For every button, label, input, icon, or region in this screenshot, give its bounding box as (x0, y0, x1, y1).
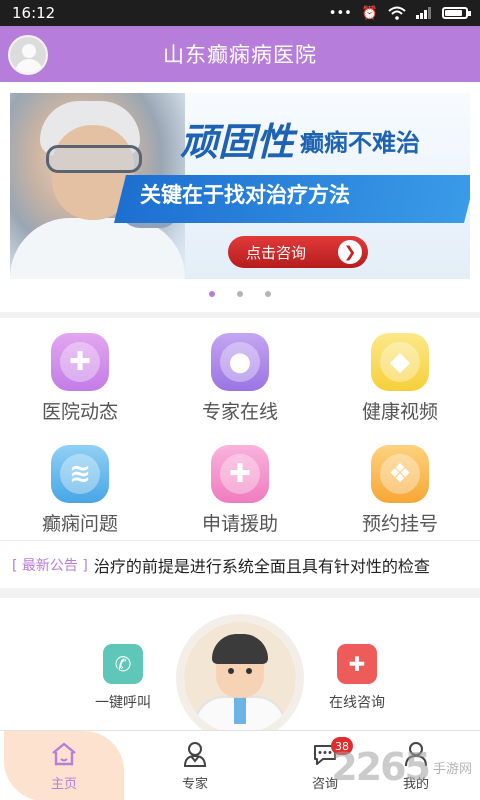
menu-item-label: 申请援助 (201, 513, 278, 535)
announcement-bar[interactable]: [ 最新公告 ] 治疗的前提是进行系统全面且具有针对性的检查 (0, 540, 480, 588)
appointment-icon: ❖ (371, 445, 429, 503)
carousel-dot[interactable] (209, 291, 215, 297)
feature-grid: ✚ 医院动态 ● 专家在线 ◆ 健康视频 ≋ 癫痫问题 ✚ 申请援助 ❖ 预约挂… (0, 318, 480, 540)
menu-item-epilepsy-questions[interactable]: ≋ 癫痫问题 (0, 430, 160, 540)
one-click-call-label: 一键呼叫 (95, 695, 151, 711)
watermark-logo: 2265 手游网 (320, 734, 480, 800)
watermark-text: 手游网 (432, 761, 472, 777)
banner-section: 顽固性 癫痫不难治 关键在于找对治疗方法 点击咨询 ❯ (0, 82, 480, 312)
chevron-right-icon: ❯ (338, 240, 362, 264)
status-icons: ••• ⏰ (328, 5, 471, 21)
carousel-indicator (0, 291, 480, 297)
carousel-dot[interactable] (265, 291, 271, 297)
layers-icon: ≋ (51, 445, 109, 503)
announcement-text: 治疗的前提是进行系统全面且具有针对性的检查 (93, 556, 430, 576)
group-icon: ● (211, 333, 269, 391)
battery-icon (442, 7, 471, 19)
tab-expert[interactable]: 专家 (135, 731, 255, 800)
menu-item-appointment[interactable]: ❖ 预约挂号 (320, 430, 480, 540)
medical-kit-icon: ✚ (211, 445, 269, 503)
menu-item-apply-aid[interactable]: ✚ 申请援助 (160, 430, 320, 540)
menu-item-label: 健康视频 (361, 401, 438, 423)
status-time: 16:12 (12, 4, 56, 22)
menu-item-label: 医院动态 (41, 401, 118, 423)
menu-item-label: 癫痫问题 (41, 513, 118, 535)
video-icon: ◆ (371, 333, 429, 391)
announcement-tag: [ 最新公告 ] (12, 557, 88, 574)
doctor-avatar[interactable] (176, 614, 304, 742)
tab-label: 专家 (181, 777, 208, 792)
tab-home[interactable]: 主页 (4, 731, 124, 800)
tab-label: 主页 (50, 777, 77, 792)
online-consult-label: 在线咨询 (329, 695, 385, 711)
page-title: 山东癫痫病医院 (163, 43, 317, 67)
consult-now-label: 点击咨询 (246, 243, 307, 262)
banner-headline: 顽固性 (180, 119, 295, 164)
banner-subline: 关键在于找对治疗方法 (140, 183, 350, 207)
menu-item-label: 专家在线 (201, 401, 278, 423)
avatar[interactable] (8, 35, 48, 75)
menu-item-label: 预约挂号 (361, 513, 438, 535)
app-header: 山东癫痫病医院 (0, 26, 480, 82)
carousel-dot[interactable] (237, 291, 243, 297)
plus-circle-icon: ✚ (51, 333, 109, 391)
bottom-tab-bar: 主页 专家 咨询 38 我的 2265 手游网 (0, 730, 480, 800)
medical-kit-icon: ✚ (337, 644, 377, 684)
menu-item-health-video[interactable]: ◆ 健康视频 (320, 318, 480, 428)
home-icon (52, 742, 76, 766)
banner-image[interactable]: 顽固性 癫痫不难治 关键在于找对治疗方法 点击咨询 ❯ (10, 93, 470, 279)
consult-now-button[interactable]: 点击咨询 ❯ (228, 236, 368, 268)
quick-actions: ✆ 一键呼叫 ✚ 在线咨询 (0, 598, 480, 742)
wifi-icon (388, 6, 406, 20)
phone-icon: ✆ (103, 644, 143, 684)
menu-item-experts-online[interactable]: ● 专家在线 (160, 318, 320, 428)
one-click-call-button[interactable]: ✆ 一键呼叫 (68, 644, 178, 712)
menu-item-hospital-news[interactable]: ✚ 医院动态 (0, 318, 160, 428)
alarm-icon: ⏰ (361, 5, 378, 21)
expert-icon (183, 742, 207, 767)
status-bar: 16:12 ••• ⏰ (0, 0, 480, 26)
banner-headline-sub: 癫痫不难治 (300, 128, 420, 157)
online-consult-button[interactable]: ✚ 在线咨询 (302, 644, 412, 712)
watermark-number: 2265 (331, 745, 431, 789)
signal-icon (416, 7, 431, 19)
more-dots-icon: ••• (328, 5, 352, 21)
